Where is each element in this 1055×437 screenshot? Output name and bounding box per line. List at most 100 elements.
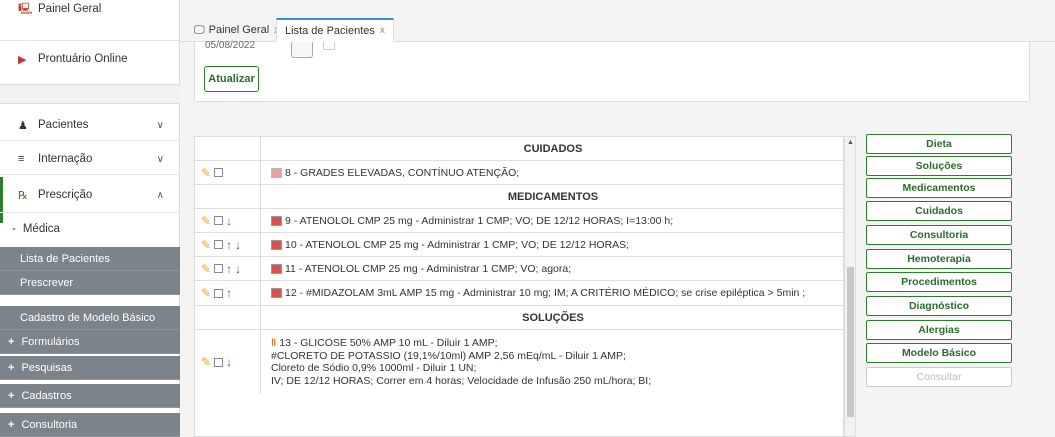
sidebar-subitem-label: Prescrever xyxy=(20,276,74,289)
user-icon: ♟ xyxy=(18,119,28,132)
consultoria-button[interactable]: Consultoria xyxy=(866,225,1012,245)
monitor-icon: 🖵 xyxy=(194,23,205,36)
sidebar-subitem-label: Lista de Pacientes xyxy=(20,252,110,265)
arrow-up-icon[interactable]: ↑ xyxy=(226,286,232,300)
section-header-medicamentos: MEDICAMENTOS xyxy=(195,185,843,209)
plus-icon: + xyxy=(8,389,15,402)
monitor-icon: 🖳 xyxy=(18,2,33,15)
date-input[interactable]: 05/08/2022 xyxy=(205,40,281,52)
sidebar-item-internacao[interactable]: ≡ Internação ∨ xyxy=(0,148,180,170)
sidebar-item-prescricao[interactable]: ℞ Prescrição ∧ xyxy=(0,184,180,206)
sidebar-divider xyxy=(0,84,180,104)
plus-icon: + xyxy=(8,418,15,431)
main-content: 05/08/2022 Atualizar CUIDADOS ✎ 8 - GRAD… xyxy=(180,40,1055,437)
arrow-down-icon[interactable]: ↓ xyxy=(226,355,232,369)
pencil-icon[interactable]: ✎ xyxy=(201,262,211,276)
sidebar-item-label: Pesquisas xyxy=(21,361,73,374)
prescription-table: CUIDADOS ✎ 8 - GRADES ELEVADAS, CONTÍNUO… xyxy=(194,136,844,437)
medicamentos-button[interactable]: Medicamentos xyxy=(866,178,1012,198)
sidebar-item-formularios[interactable]: + Formulários xyxy=(0,330,180,354)
sidebar-subitem-lista-pacientes[interactable]: Lista de Pacientes xyxy=(0,247,180,271)
sidebar-item-label: Painel Geral xyxy=(38,3,102,15)
diagnostico-button[interactable]: Diagnóstico xyxy=(866,296,1012,316)
sidebar-item-label: Internação xyxy=(38,153,93,165)
arrow-down-icon[interactable]: ↓ xyxy=(235,262,241,276)
scrollbar-thumb[interactable] xyxy=(847,267,854,417)
sidebar-subitem-prescrever[interactable]: Prescrever xyxy=(0,271,180,295)
modelo-basico-button[interactable]: Modelo Básico xyxy=(866,343,1012,363)
table-row: ✎ ↑ 12 - #MIDAZOLAM 3mL AMP 15 mg - Admi… xyxy=(195,281,843,306)
table-row: ✎ ↑ ↓ 10 - ATENOLOL CMP 25 mg - Administ… xyxy=(195,233,843,257)
sidebar-item-label: Médica xyxy=(22,223,60,235)
tab-label: Painel Geral xyxy=(208,24,270,36)
folder-icon: ▶ xyxy=(18,53,27,66)
row-checkbox[interactable] xyxy=(214,264,224,273)
arrow-up-icon[interactable]: ↑ xyxy=(226,262,232,276)
refresh-button[interactable]: Atualizar xyxy=(204,66,259,92)
scroll-up-arrow-icon[interactable]: ▲ xyxy=(847,139,854,146)
pencil-icon[interactable]: ✎ xyxy=(201,286,211,300)
plus-icon: + xyxy=(8,335,15,348)
row-checkbox[interactable] xyxy=(214,216,224,225)
row-text: 10 - ATENOLOL CMP 25 mg - Administrar 1 … xyxy=(285,238,630,251)
row-checkbox[interactable] xyxy=(214,288,224,298)
chevron-down-icon: ∨ xyxy=(156,153,164,165)
section-header-cuidados: CUIDADOS xyxy=(195,137,843,161)
procedimentos-button[interactable]: Procedimentos xyxy=(866,272,1012,292)
sidebar-item-medica[interactable]: - Médica xyxy=(0,218,180,240)
row-checkbox[interactable] xyxy=(214,357,224,367)
hemoterapia-button[interactable]: Hemoterapia xyxy=(866,249,1012,269)
close-icon[interactable]: x xyxy=(380,25,385,36)
medication-icon xyxy=(271,288,282,298)
pencil-icon[interactable]: ✎ xyxy=(201,166,211,180)
sidebar-item-painel-geral[interactable]: 🖳 Painel Geral xyxy=(0,0,180,18)
tab-bar: 🖵 Painel Geral x Lista de Pacientes x xyxy=(180,0,1055,42)
dieta-button[interactable]: Dieta xyxy=(866,134,1012,154)
row-text: 8 - GRADES ELEVADAS, CONTÍNUO ATENÇÃO; xyxy=(285,166,520,179)
sidebar-subitem-cadastro-modelo[interactable]: Cadastro de Modelo Básico xyxy=(0,306,180,330)
table-row: ✎ 8 - GRADES ELEVADAS, CONTÍNUO ATENÇÃO; xyxy=(195,161,843,185)
row-checkbox[interactable] xyxy=(214,240,224,249)
row-text: 12 - #MIDAZOLAM 3mL AMP 15 mg - Administ… xyxy=(285,287,806,299)
calendar-button[interactable] xyxy=(291,42,313,58)
pencil-icon[interactable]: ✎ xyxy=(201,238,211,252)
sidebar-item-label: Prontuário Online xyxy=(38,53,128,65)
arrow-up-icon[interactable]: ↑ xyxy=(226,238,232,252)
sidebar-item-pesquisas[interactable]: + Pesquisas xyxy=(0,356,180,380)
medication-icon xyxy=(271,263,282,274)
tab-lista-pacientes[interactable]: Lista de Pacientes x xyxy=(276,18,394,42)
section-header-solucoes: SOLUÇÕES xyxy=(195,306,843,330)
filter-panel: 05/08/2022 Atualizar xyxy=(194,40,1030,102)
row-text: 11 - ATENOLOL CMP 25 mg - Administrar 1 … xyxy=(285,262,572,275)
chevron-up-icon: ∧ xyxy=(156,189,164,201)
table-row: ✎ ↓ 9 - ATENOLOL CMP 25 mg - Administrar… xyxy=(195,209,843,233)
sidebar-item-label: Consultoria xyxy=(21,418,78,431)
pencil-icon[interactable]: ✎ xyxy=(201,355,211,369)
chevron-down-icon: ∨ xyxy=(156,119,164,131)
pencil-icon[interactable]: ✎ xyxy=(201,214,211,228)
sidebar-item-cadastros[interactable]: + Cadastros xyxy=(0,384,180,408)
sidebar-item-label: Prescrição xyxy=(38,189,93,201)
sidebar-item-prontuario[interactable]: ▶ Prontuário Online xyxy=(0,48,180,70)
arrow-down-icon[interactable]: ↓ xyxy=(235,238,241,252)
tab-painel-geral[interactable]: 🖵 Painel Geral x xyxy=(186,18,287,42)
section-title: CUIDADOS xyxy=(523,142,583,155)
arrow-down-icon[interactable]: ↓ xyxy=(226,214,232,228)
checkbox[interactable] xyxy=(323,42,335,50)
row-text: IV; DE 12/12 HORAS; Correr em 4 horas; V… xyxy=(271,374,652,387)
medication-icon xyxy=(271,239,282,250)
table-scrollbar[interactable]: ▲ xyxy=(844,136,856,437)
consultar-button[interactable]: Consultar xyxy=(866,367,1012,387)
tab-label: Lista de Pacientes xyxy=(285,24,375,37)
sidebar-item-label: Formulários xyxy=(21,335,80,348)
solucoes-button[interactable]: Soluções xyxy=(866,156,1012,176)
alergias-button[interactable]: Alergias xyxy=(866,320,1012,340)
sidebar-item-pacientes[interactable]: ♟ Pacientes ∨ xyxy=(0,114,180,136)
table-row: ✎ ↓ ‖ 13 - GLICOSE 50% AMP 10 mL - Diluir… xyxy=(195,330,843,394)
plus-icon: + xyxy=(8,361,15,374)
cuidados-button[interactable]: Cuidados xyxy=(866,201,1012,221)
row-text: 13 - GLICOSE 50% AMP 10 mL - Diluir 1 AM… xyxy=(279,337,498,349)
row-checkbox[interactable] xyxy=(214,168,224,177)
sidebar-item-consultoria[interactable]: + Consultoria xyxy=(0,413,180,437)
sidebar-item-label: Cadastros xyxy=(21,389,72,402)
